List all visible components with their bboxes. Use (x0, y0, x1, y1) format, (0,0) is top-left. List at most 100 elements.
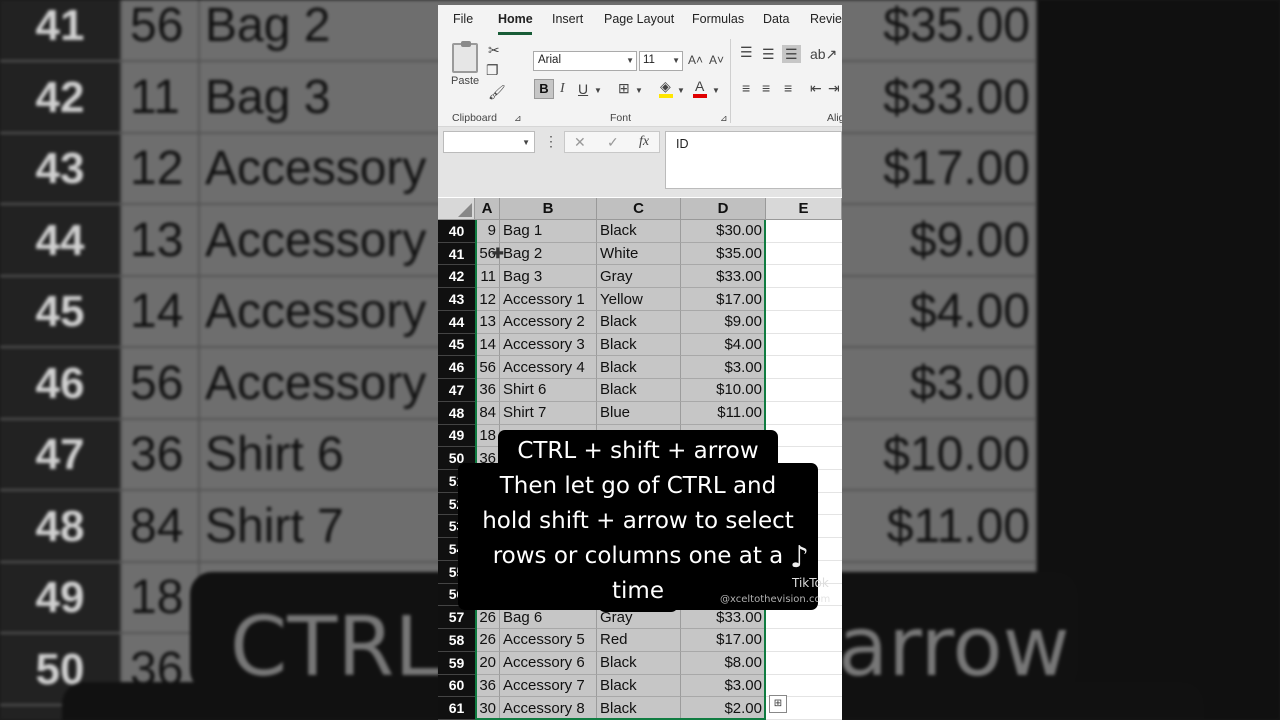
cell-e[interactable] (766, 629, 842, 652)
cell-e[interactable] (766, 356, 842, 380)
cell-a[interactable]: 14 (475, 333, 500, 357)
cell-b[interactable]: Accessory 8 (500, 697, 597, 720)
cell-d[interactable]: $17.00 (681, 288, 766, 311)
copy-icon[interactable]: ❐ (486, 63, 499, 77)
cell-c[interactable]: Yellow (597, 288, 681, 311)
chevron-down-icon[interactable]: ▼ (712, 84, 720, 98)
cell-b[interactable]: Accessory 3 (500, 333, 597, 357)
italic-button[interactable]: I (560, 82, 565, 96)
dialog-launcher-icon[interactable]: ⊿ (720, 111, 728, 125)
row-header[interactable]: 44 (438, 310, 475, 334)
cell-e[interactable] (766, 333, 842, 357)
row-header[interactable]: 46 (438, 356, 475, 380)
cell-b[interactable]: Bag 2 (500, 242, 597, 266)
quick-analysis-icon[interactable]: ⊞ (769, 695, 787, 713)
align-bottom-icon[interactable]: ☰ (782, 45, 801, 63)
cell-c[interactable]: Black (597, 674, 681, 698)
font-name-select[interactable]: Arial ▼ (533, 51, 637, 71)
cell-a[interactable]: 26 (475, 629, 500, 652)
row-header[interactable]: 59 (438, 651, 475, 675)
cell-c[interactable]: White (597, 242, 681, 266)
cell-d[interactable]: $33.00 (681, 265, 766, 289)
row-header[interactable]: 61 (438, 697, 475, 720)
cell-a[interactable]: 13 (475, 310, 500, 334)
cell-b[interactable]: Accessory 2 (500, 310, 597, 334)
row-header[interactable]: 60 (438, 674, 475, 698)
font-size-select[interactable]: 11 ▼ (639, 51, 683, 71)
cell-e[interactable] (766, 674, 842, 698)
row-header[interactable]: 48 (438, 401, 475, 425)
cell-e[interactable] (766, 242, 842, 266)
format-painter-icon[interactable]: 🖌 (488, 85, 506, 99)
cell-b[interactable]: Accessory 5 (500, 629, 597, 652)
decrease-indent-icon[interactable]: ⇤ (810, 81, 822, 95)
cell-d[interactable]: $9.00 (681, 310, 766, 334)
cell-a[interactable]: 36 (475, 674, 500, 698)
cancel-icon[interactable]: ✕ (574, 135, 586, 149)
cell-a[interactable]: 36 (475, 379, 500, 402)
cell-c[interactable]: Black (597, 220, 681, 243)
cell-c[interactable]: Blue (597, 401, 681, 425)
cell-a[interactable]: 20 (475, 651, 500, 675)
tab-insert[interactable]: Insert (552, 12, 583, 26)
row-header[interactable]: 58 (438, 629, 475, 652)
align-right-icon[interactable]: ≡ (784, 81, 792, 95)
cell-d[interactable]: $10.00 (681, 379, 766, 402)
chevron-down-icon[interactable]: ▼ (677, 84, 685, 98)
column-header-d[interactable]: D (681, 198, 766, 220)
cell-d[interactable]: $3.00 (681, 674, 766, 698)
cell-b[interactable]: Accessory 4 (500, 356, 597, 380)
cell-e[interactable] (766, 220, 842, 243)
column-header-e[interactable]: E (766, 198, 842, 220)
fill-color-icon[interactable]: ◈ (660, 79, 671, 93)
cell-e[interactable] (766, 310, 842, 334)
column-header-a[interactable]: A (475, 198, 500, 220)
cell-a[interactable]: 56 (475, 356, 500, 380)
column-header-c[interactable]: C (597, 198, 681, 220)
cell-d[interactable]: $3.00 (681, 356, 766, 380)
row-header[interactable]: 45 (438, 333, 475, 357)
row-header[interactable]: 42 (438, 265, 475, 289)
cell-c[interactable]: Red (597, 629, 681, 652)
dialog-launcher-icon[interactable]: ⊿ (514, 111, 522, 125)
cut-icon[interactable]: ✂ (488, 43, 500, 57)
cell-a[interactable]: 12 (475, 288, 500, 311)
more-options-icon[interactable]: ⋮ (544, 133, 558, 150)
cell-a[interactable]: 30 (475, 697, 500, 720)
underline-button[interactable]: U (578, 82, 588, 96)
cell-a[interactable]: 11 (475, 265, 500, 289)
cell-a[interactable]: 9 (475, 220, 500, 243)
tab-file[interactable]: File (453, 12, 473, 26)
cell-b[interactable]: Accessory 7 (500, 674, 597, 698)
chevron-down-icon[interactable]: ▼ (594, 84, 602, 98)
cell-b[interactable]: Bag 3 (500, 265, 597, 289)
row-header[interactable]: 47 (438, 379, 475, 402)
tab-page-layout[interactable]: Page Layout (604, 12, 674, 26)
cell-c[interactable]: Black (597, 651, 681, 675)
cell-b[interactable]: Bag 1 (500, 220, 597, 243)
row-header[interactable]: 41 (438, 242, 475, 266)
cell-e[interactable] (766, 379, 842, 402)
tab-formulas[interactable]: Formulas (692, 12, 744, 26)
cell-b[interactable]: Accessory 6 (500, 651, 597, 675)
cell-e[interactable] (766, 288, 842, 311)
row-header[interactable]: 43 (438, 288, 475, 311)
name-box[interactable]: ▼ (443, 131, 535, 153)
cell-c[interactable]: Black (597, 379, 681, 402)
cell-d[interactable]: $8.00 (681, 651, 766, 675)
align-top-icon[interactable]: ☰ (740, 45, 753, 59)
formula-input[interactable]: ID (665, 131, 842, 189)
bold-button[interactable]: B (534, 79, 554, 99)
increase-font-icon[interactable]: A˄ (688, 53, 703, 67)
align-middle-icon[interactable]: ☰ (762, 47, 775, 61)
cell-d[interactable]: $35.00 (681, 242, 766, 266)
cell-e[interactable] (766, 651, 842, 675)
cell-b[interactable]: Shirt 6 (500, 379, 597, 402)
borders-icon[interactable]: ⊞ (618, 81, 630, 95)
cell-c[interactable]: Black (597, 697, 681, 720)
tab-data[interactable]: Data (763, 12, 789, 26)
cell-d[interactable]: $4.00 (681, 333, 766, 357)
cell-c[interactable]: Black (597, 333, 681, 357)
row-header[interactable]: 40 (438, 220, 475, 243)
cell-d[interactable]: $17.00 (681, 629, 766, 652)
